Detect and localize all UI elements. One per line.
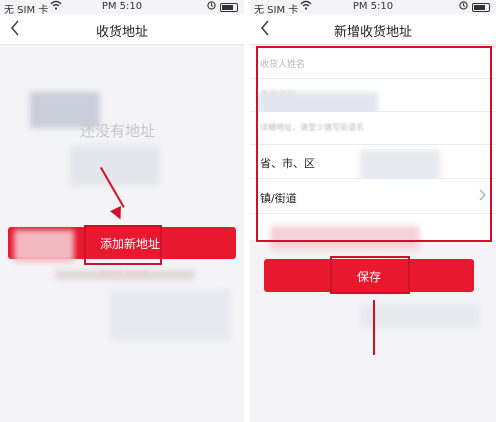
empty-state-text: 还没有地址	[80, 122, 156, 140]
blurred-illustration-2	[70, 146, 160, 186]
blurred-block	[360, 304, 480, 328]
nav-bar: 收货地址	[0, 14, 244, 45]
status-bar: 无 SIM 卡 PM 5:10	[250, 0, 496, 16]
annotation-arrow-head	[110, 206, 126, 222]
page-title: 新增收货地址	[333, 25, 412, 40]
lock-icon	[207, 1, 216, 13]
blurred-hint-text: ~~~ ~~~	[100, 268, 149, 278]
address-list-screen: 无 SIM 卡 PM 5:10 收货地址 还没有地址 添加新地址 ~~~ ~~~	[0, 0, 244, 422]
lock-icon	[459, 1, 468, 13]
battery-icon	[472, 3, 490, 12]
new-address-screen: 无 SIM 卡 PM 5:10 新增收货地址 收货人姓名 手机号码 详细地址，请…	[250, 0, 496, 422]
status-bar: 无 SIM 卡 PM 5:10	[0, 0, 244, 16]
blurred-block	[110, 290, 230, 340]
annotation-line	[373, 300, 375, 355]
highlight-box-form	[256, 46, 492, 242]
nav-bar: 新增收货地址	[250, 14, 496, 45]
blurred-overlay	[14, 230, 74, 262]
battery-icon	[220, 3, 238, 12]
highlight-box-save	[330, 256, 410, 294]
page-title: 收货地址	[95, 25, 148, 40]
highlight-box-add	[84, 225, 162, 265]
